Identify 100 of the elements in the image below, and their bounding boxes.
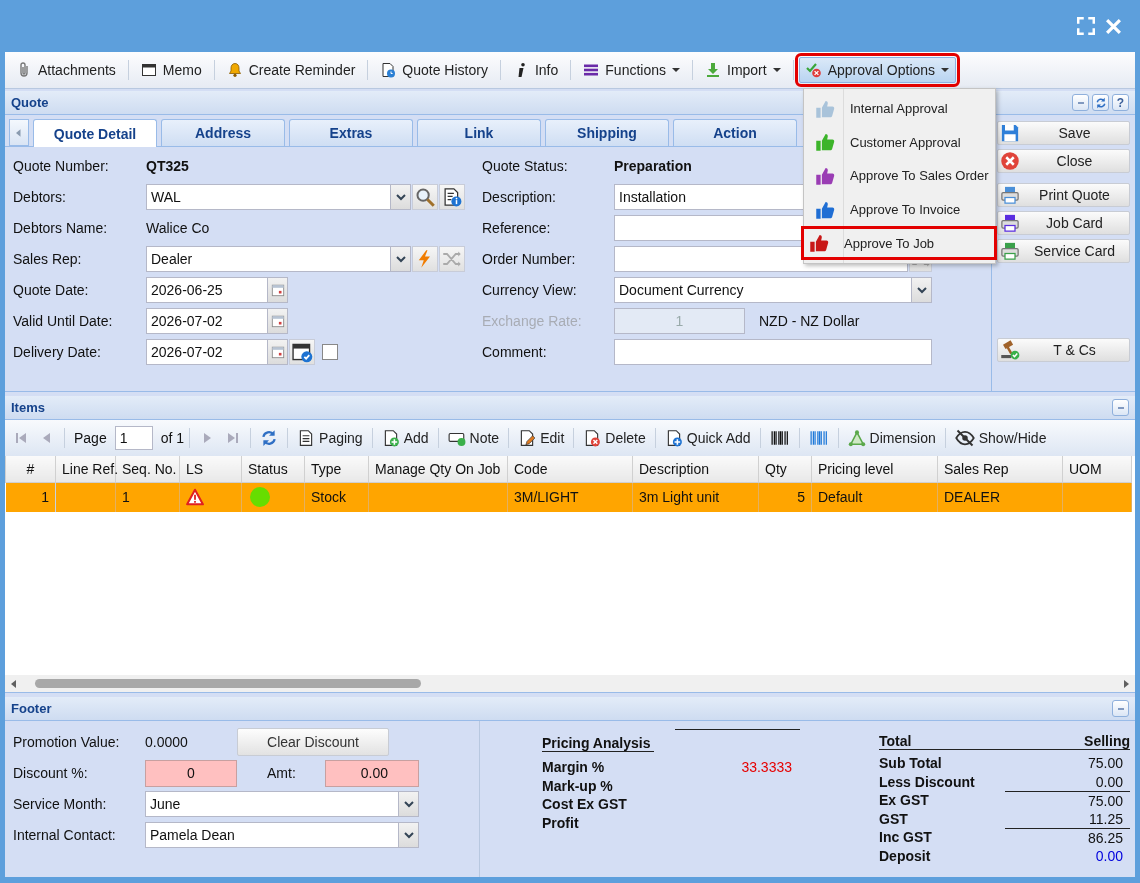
menu-item[interactable]: Approve To Job <box>801 226 997 260</box>
toolbar-button[interactable]: Info <box>505 57 566 83</box>
schedule-button[interactable] <box>289 339 315 365</box>
column-header[interactable]: Code <box>507 456 633 482</box>
calendar-icon <box>270 345 285 359</box>
discount-field[interactable]: 0 <box>145 759 237 787</box>
toolbar-button[interactable]: Paging <box>293 426 367 450</box>
column-header[interactable]: Type <box>304 456 369 482</box>
dropdown[interactable]: June <box>145 791 419 817</box>
collapse-button[interactable] <box>1112 700 1129 717</box>
column-header[interactable]: Sales Rep <box>937 456 1063 482</box>
table-cell: 5 <box>758 482 812 512</box>
amount-field[interactable]: 0.00 <box>325 759 419 787</box>
toolbar-button[interactable]: Attachments <box>9 57 123 83</box>
table-cell: DEALER <box>937 482 1063 512</box>
column-header[interactable]: Qty <box>758 456 812 482</box>
printer-icon <box>1000 185 1020 205</box>
dropdown[interactable]: Dealer <box>146 246 411 272</box>
text-field[interactable] <box>614 339 932 365</box>
help-button[interactable]: ? <box>1112 94 1129 111</box>
column-header[interactable]: LS <box>179 456 242 482</box>
action-button[interactable] <box>412 246 438 272</box>
side-button[interactable]: T & Cs <box>997 338 1130 362</box>
collapse-button[interactable] <box>1112 399 1129 416</box>
row-label: GST <box>879 810 908 827</box>
column-header[interactable]: UOM <box>1062 456 1132 482</box>
side-button[interactable]: Service Card <box>997 239 1130 263</box>
date-field[interactable]: 2026-07-02 <box>146 339 288 365</box>
dropdown[interactable]: WAL <box>146 184 411 210</box>
side-button[interactable]: Job Card <box>997 211 1130 235</box>
panel-title: Quote <box>11 95 49 110</box>
tab[interactable]: Link <box>417 119 541 146</box>
menu-icon <box>583 62 600 78</box>
toolbar-button[interactable]: Note <box>443 426 504 450</box>
document-edit-icon <box>518 429 537 447</box>
toolbar-button[interactable]: Show/Hide <box>950 425 1051 451</box>
tab[interactable]: Extras <box>289 119 413 146</box>
toolbar-button[interactable]: Quick Add <box>660 426 755 450</box>
column-header[interactable]: # <box>5 456 56 482</box>
shuffle-button[interactable] <box>439 246 465 272</box>
window-icon <box>140 62 157 78</box>
row-value: 0.00 <box>1094 772 1124 791</box>
date-field[interactable]: 2026-06-25 <box>146 277 288 303</box>
checkbox[interactable] <box>322 344 338 360</box>
dropdown[interactable]: Document Currency <box>614 277 932 303</box>
refresh-button[interactable] <box>1092 94 1109 111</box>
collapse-button[interactable] <box>1072 94 1089 111</box>
clear-discount-button[interactable]: Clear Discount <box>237 728 389 756</box>
toolbar-button[interactable]: Create Reminder <box>219 57 363 83</box>
field-label: Internal Contact: <box>13 827 117 843</box>
table-row[interactable]: 1 1 Stock 3M/LIGHT 3m Light unit 5 Default DEALER <box>5 482 1132 512</box>
column-heading: Selling <box>1084 733 1130 749</box>
menu-item[interactable]: Customer Approval <box>804 125 995 160</box>
column-header[interactable]: Description <box>632 456 759 482</box>
refresh-icon <box>260 429 279 447</box>
toolbar-button[interactable]: Quote History <box>373 57 495 83</box>
menu-button[interactable]: Import <box>698 57 788 83</box>
side-button[interactable]: Print Quote <box>997 183 1130 207</box>
column-header[interactable]: Manage Qty On Job <box>368 456 508 482</box>
column-header[interactable]: Pricing level <box>811 456 938 482</box>
toolbar-button[interactable]: Dimension <box>843 426 940 450</box>
row-number: 1 <box>5 482 56 512</box>
field-label: Delivery Date: <box>13 344 102 360</box>
close-icon <box>1105 17 1122 35</box>
barcode-icon <box>769 429 790 447</box>
search-button[interactable] <box>412 184 438 210</box>
tab[interactable]: Shipping <box>545 119 669 146</box>
caret-icon <box>403 799 414 809</box>
tab[interactable]: Action <box>673 119 797 146</box>
row-label: Profit <box>542 814 579 831</box>
eye-slash-icon <box>954 428 975 448</box>
menu-button[interactable]: Functions <box>576 57 687 83</box>
tab[interactable]: Address <box>161 119 285 146</box>
document-delete-icon <box>583 429 602 447</box>
column-header[interactable]: Status <box>241 456 305 482</box>
toolbar-button[interactable]: Add <box>377 426 433 450</box>
page-field[interactable]: 1 <box>114 426 153 450</box>
calendar-icon <box>270 283 285 297</box>
info-button[interactable] <box>439 184 465 210</box>
row-label: Inc GST <box>879 829 932 846</box>
row-label: Ex GST <box>879 792 929 809</box>
dropdown[interactable]: Pamela Dean <box>145 822 419 848</box>
tab[interactable]: Quote Detail <box>33 119 157 147</box>
field-label: Currency View: <box>482 282 578 298</box>
scrollbar[interactable] <box>5 675 1135 692</box>
column-heading: Total <box>879 733 912 749</box>
toolbar-button[interactable]: Memo <box>133 57 209 83</box>
shuffle-icon <box>442 249 462 269</box>
menu-item[interactable]: Internal Approval <box>804 92 995 126</box>
field-label: Quote Status: <box>482 158 569 174</box>
date-field[interactable]: 2026-07-02 <box>146 308 288 334</box>
field-label: Amt: <box>267 765 297 781</box>
tab-scroll-button[interactable] <box>9 119 29 146</box>
toolbar-button[interactable]: Edit <box>514 426 569 450</box>
toolbar-button[interactable]: Delete <box>579 426 650 450</box>
save-icon <box>1000 123 1020 143</box>
panel-title: Footer <box>11 701 52 716</box>
column-header[interactable]: Line Ref. <box>55 456 116 482</box>
side-button[interactable]: Close <box>997 149 1130 173</box>
side-button[interactable]: Save <box>997 121 1130 145</box>
